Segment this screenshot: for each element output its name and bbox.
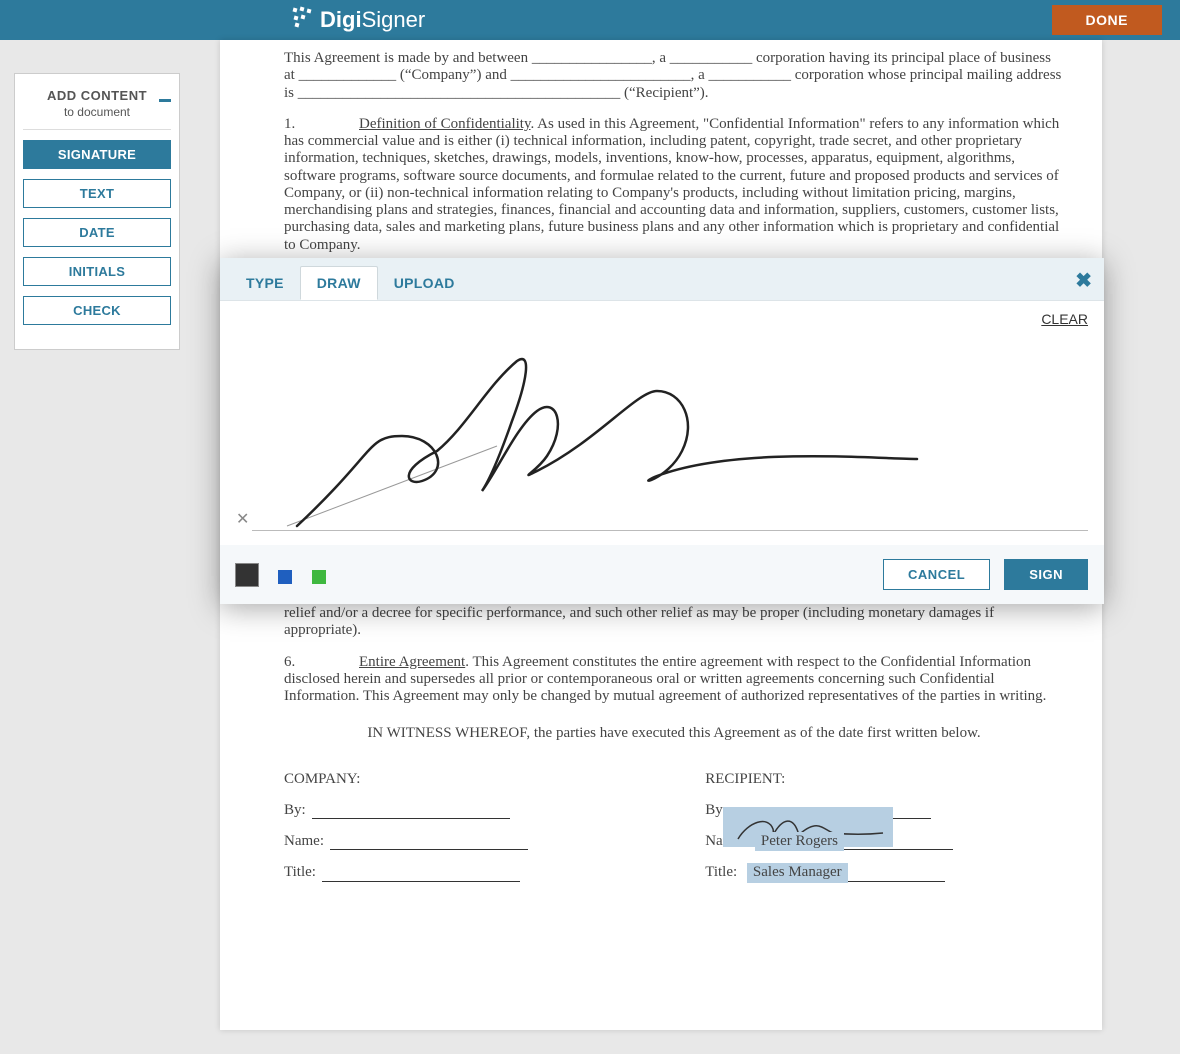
recipient-header: RECIPIENT: [705,771,1064,788]
sec1-num: 1. [284,116,295,132]
doc-section-6: 6. Entire Agreement. This Agreement cons… [284,654,1064,706]
brand-logo: DigiSigner [290,5,425,35]
sidebar-panel: ADD CONTENT to document SIGNATURE TEXT D… [14,73,180,350]
color-swatch-green[interactable] [312,570,326,584]
company-header: COMPANY: [284,771,705,788]
recipient-by: By: [705,802,1064,819]
company-column: COMPANY: By: Name: Title: [284,757,705,896]
company-title-line[interactable] [322,866,520,882]
sidebar-item-initials[interactable]: INITIALS [23,257,171,286]
sec1-title: Definition of Confidentiality [359,116,531,132]
clear-button[interactable]: CLEAR [1041,311,1088,327]
signature-block: COMPANY: By: Name: Title: RECIPIENT: By:… [284,757,1064,896]
app-header: DigiSigner DONE [0,0,1180,40]
color-swatch-black[interactable] [236,564,258,586]
tab-upload[interactable]: UPLOAD [378,267,471,299]
collapse-icon[interactable] [159,90,171,94]
signature-drawing [236,331,1088,531]
brand-bold: Digi [320,7,362,33]
sec1-body: . As used in this Agreement, "Confidenti… [284,116,1059,253]
sign-button[interactable]: SIGN [1004,559,1088,590]
sidebar-divider [23,129,171,130]
company-by: By: [284,802,705,819]
sidebar-title-text: ADD CONTENT [47,88,147,103]
signature-modal: TYPE DRAW UPLOAD ✖ CLEAR ✕ CANCEL SIGN [220,258,1104,604]
title-label-r: Title: [705,864,737,881]
sec6-num: 6. [284,654,295,670]
signature-x-marker: ✕ [236,509,249,529]
done-button[interactable]: DONE [1052,5,1162,35]
company-title: Title: [284,864,705,881]
sidebar-title: ADD CONTENT [23,88,171,103]
recipient-name-line[interactable]: Peter Rogers [755,834,953,850]
sidebar-subtitle: to document [23,105,171,119]
sidebar-item-date[interactable]: DATE [23,218,171,247]
by-label: By: [284,802,306,819]
brand-light: Signer [362,7,426,33]
doc-intro: This Agreement is made by and between __… [284,50,1064,102]
tab-type[interactable]: TYPE [230,267,300,299]
recipient-name: Name: Peter Rogers [705,833,1064,850]
name-label: Name: [284,833,324,850]
modal-body: CLEAR ✕ [220,300,1104,535]
title-label: Title: [284,864,316,881]
doc-witness: IN WITNESS WHEREOF, the parties have exe… [284,725,1064,742]
company-name-line[interactable] [330,834,528,850]
recipient-name-value[interactable]: Peter Rogers [755,832,844,851]
sidebar-item-text[interactable]: TEXT [23,179,171,208]
signature-canvas[interactable]: ✕ [236,331,1088,531]
doc-section-1: 1. Definition of Confidentiality. As use… [284,116,1064,254]
recipient-title: Title: Sales Manager [705,864,1064,881]
tab-draw[interactable]: DRAW [300,266,378,300]
modal-tabs: TYPE DRAW UPLOAD ✖ [220,258,1104,300]
recipient-column: RECIPIENT: By: Name: Peter Rogers Title:… [705,757,1064,896]
close-icon[interactable]: ✖ [1075,268,1092,293]
recipient-title-line[interactable]: Sales Manager [747,866,945,882]
sidebar-item-signature[interactable]: SIGNATURE [23,140,171,169]
sec6-title: Entire Agreement [359,654,465,670]
recipient-by-line[interactable] [733,803,931,819]
company-name: Name: [284,833,705,850]
logo-icon [290,5,314,35]
color-swatch-blue[interactable] [278,570,292,584]
company-by-line[interactable] [312,803,510,819]
signature-baseline [252,530,1088,531]
cancel-button[interactable]: CANCEL [883,559,990,590]
modal-footer: CANCEL SIGN [220,545,1104,604]
recipient-title-value[interactable]: Sales Manager [747,863,848,882]
sidebar-item-check[interactable]: CHECK [23,296,171,325]
